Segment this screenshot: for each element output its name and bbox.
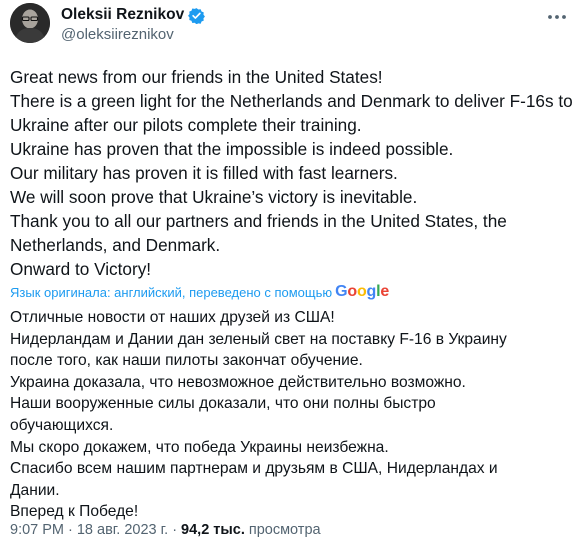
tweet-line: Ukraine after our pilots complete their … (10, 115, 362, 135)
meta-separator: · (172, 522, 178, 538)
tweet-time[interactable]: 9:07 PM (10, 522, 64, 538)
avatar[interactable] (10, 3, 50, 43)
tweet-line: Thank you to all our partners and friend… (10, 211, 507, 231)
tweet: Oleksii Reznikov @oleksiireznikov Great … (0, 0, 582, 550)
author-name-row: Oleksii Reznikov (61, 6, 206, 24)
tweet-date[interactable]: 18 авг. 2023 г. (77, 522, 168, 538)
translated-line: Наши вооруженные силы доказали, что они … (10, 395, 436, 413)
tweet-line: There is a green light for the Netherlan… (10, 91, 573, 111)
translated-line: Мы скоро докажем, что победа Украины неи… (10, 438, 389, 456)
translation-attribution: Язык оригинала: английский, переведено с… (10, 284, 389, 300)
meta-separator: · (68, 522, 73, 538)
verified-badge-icon (188, 7, 206, 24)
author-handle[interactable]: @oleksiireznikov (61, 26, 174, 43)
tweet-text: Great news from our friends in the Unite… (10, 65, 580, 281)
translated-line: Нидерландам и Дании дан зеленый свет на … (10, 330, 507, 348)
tweet-line: We will soon prove that Ukraine’s victor… (10, 187, 418, 207)
tweet-meta: 9:07 PM · 18 авг. 2023 г. · 94,2 тыс. пр… (10, 522, 321, 538)
translated-line: Дании. (10, 481, 60, 499)
avatar-image (10, 3, 50, 43)
translated-line: обучающихся. (10, 416, 114, 434)
tweet-line: Onward to Victory! (10, 259, 152, 279)
views-label: просмотра (248, 522, 321, 538)
translated-line: Вперед к Победе! (10, 503, 139, 521)
tweet-line: Our military has proven it is filled wit… (10, 163, 398, 183)
tweet-line: Great news from our friends in the Unite… (10, 67, 383, 87)
translated-line: Украина доказала, что невозможное действ… (10, 373, 466, 391)
translated-line: Спасибо всем нашим партнерам и друзьям в… (10, 460, 498, 478)
translated-text: Отличные новости от наших друзей из США!… (10, 307, 580, 523)
tweet-line: Ukraine has proven that the impossible i… (10, 139, 454, 159)
views-count[interactable]: 94,2 тыс. (181, 522, 245, 538)
translation-link[interactable]: Язык оригинала: английский, переведено с… (10, 285, 332, 300)
tweet-line: Netherlands, and Denmark. (10, 235, 221, 255)
google-logo: Google (335, 283, 390, 300)
translated-line: после того, как наши пилоты закончат обу… (10, 352, 363, 370)
author-name[interactable]: Oleksii Reznikov (61, 6, 184, 24)
translated-line: Отличные новости от наших друзей из США! (10, 309, 335, 326)
more-options-icon[interactable] (546, 10, 568, 22)
